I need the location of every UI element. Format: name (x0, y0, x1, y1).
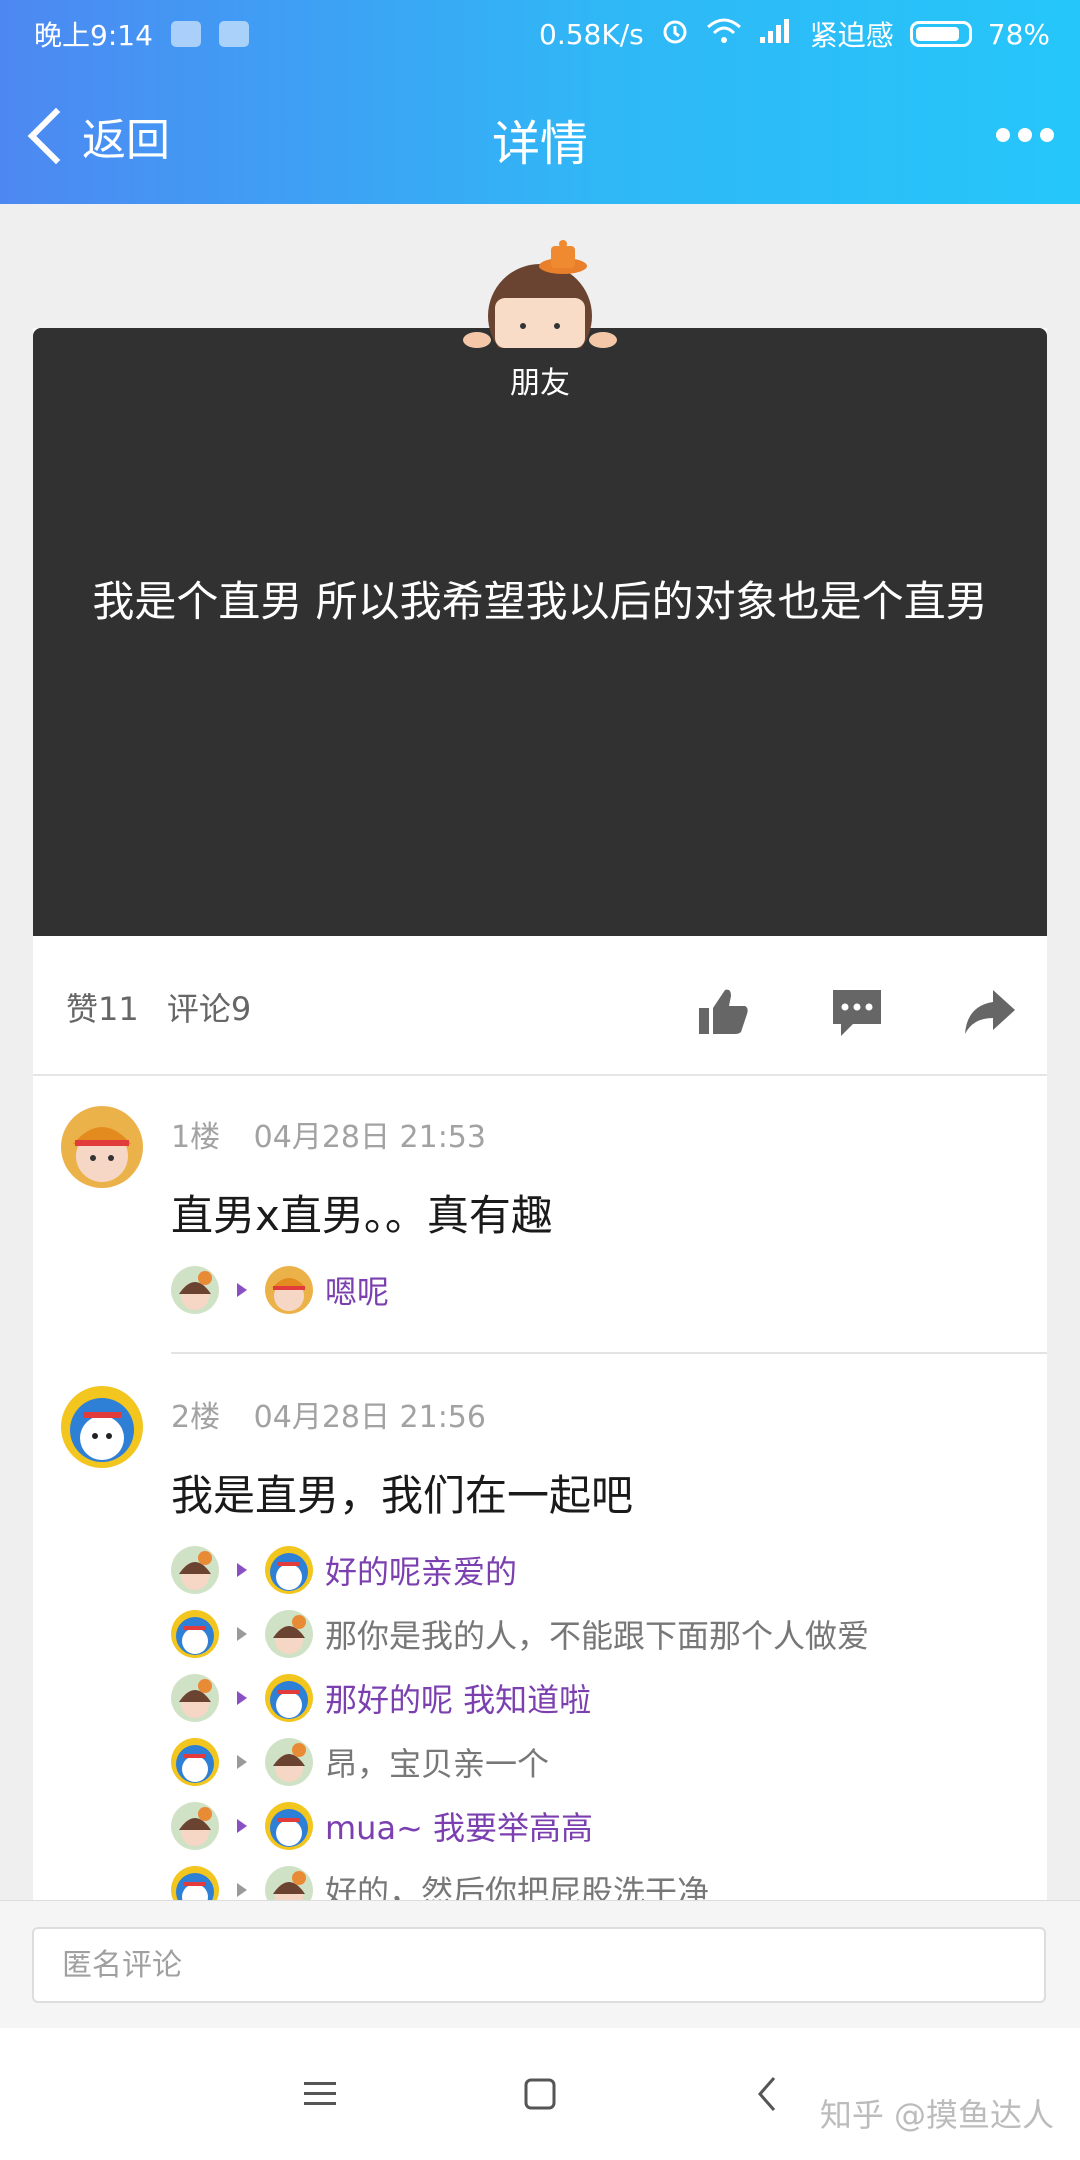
avatar (265, 1674, 313, 1722)
avatar[interactable] (61, 1386, 143, 1468)
avatar (265, 1802, 313, 1850)
comment-icon (833, 990, 881, 1036)
more-options-button[interactable] (996, 128, 1054, 142)
reply-arrow-icon (237, 1755, 247, 1769)
comment-floor: 2楼 (171, 1400, 221, 1435)
mascot-illustration (455, 238, 625, 368)
comment-time: 04月28日 21:53 (253, 1120, 486, 1155)
reply-text: mua~ 我要举高高 (325, 1809, 594, 1847)
notification-icon (218, 21, 249, 47)
reply-text: 嗯呢 (325, 1273, 390, 1311)
reply-arrow-icon (237, 1691, 247, 1705)
comment-button[interactable] (829, 984, 885, 1040)
share-button[interactable] (961, 984, 1017, 1040)
avatar (171, 1546, 219, 1594)
comment-meta: 2楼 04月28日 21:56 (171, 1392, 486, 1436)
cloud-icon (170, 21, 201, 47)
post-text: 我是个直男 所以我希望我以后的对象也是个直男 (92, 577, 988, 626)
post-tag: 朋友 (510, 366, 570, 401)
status-bar: 晚上9:14 0.58K/s 紧迫感 78% (0, 0, 1080, 66)
signal-icon (758, 17, 794, 52)
post-content: 朋友 我是个直男 所以我希望我以后的对象也是个直男 (33, 328, 1047, 936)
reply-text: 那你是我的人，不能跟下面那个人做爱 (325, 1617, 870, 1655)
comment-input-bar (0, 1900, 1080, 2029)
avatar (171, 1738, 219, 1786)
avatar[interactable] (61, 1106, 143, 1188)
reply-arrow-icon (237, 1883, 247, 1897)
reply-text: 那好的呢 我知道啦 (325, 1681, 592, 1719)
page-title: 详情 (491, 116, 588, 172)
like-button[interactable] (695, 984, 751, 1040)
menu-button[interactable] (300, 2074, 340, 2114)
reply-row[interactable]: 那你是我的人，不能跟下面那个人做爱 (171, 1608, 869, 1660)
reply-arrow-icon (237, 1627, 247, 1641)
menu-icon (304, 2082, 336, 2105)
battery-percent: 78% (987, 17, 1050, 51)
anonymous-comment-input[interactable] (32, 1927, 1046, 2003)
home-button[interactable] (520, 2074, 560, 2114)
comment-text: 我是直男，我们在一起吧 (171, 1471, 634, 1520)
reply-row[interactable]: mua~ 我要举高高 (171, 1800, 593, 1852)
back-icon (758, 2077, 776, 2111)
status-time: 晚上9:14 (34, 19, 153, 52)
battery-icon (909, 21, 972, 47)
post-stats: 赞11 评论9 (66, 984, 269, 1030)
comment-meta: 1楼 04月28日 21:53 (171, 1112, 486, 1156)
network-speed: 0.58K/s (539, 17, 644, 51)
reply-text: 昂，宝贝亲一个 (325, 1745, 550, 1783)
avatar (171, 1674, 219, 1722)
reply-row[interactable]: 好的呢亲爱的 (171, 1544, 517, 1596)
post-actions: 赞11 评论9 (33, 936, 1047, 1076)
more-dot-icon (1040, 128, 1054, 142)
wifi-icon (706, 17, 742, 52)
reply-arrow-icon (237, 1819, 247, 1833)
reply-row[interactable]: 嗯呢 (171, 1264, 389, 1316)
thumb-up-icon (699, 989, 748, 1034)
avatar (171, 1802, 219, 1850)
watermark: 知乎 @摸鱼达人 (819, 2096, 1054, 2134)
avatar (171, 1610, 219, 1658)
avatar (171, 1266, 219, 1314)
divider (171, 1352, 1047, 1354)
reply-row[interactable]: 那好的呢 我知道啦 (171, 1672, 591, 1724)
reply-row[interactable]: 昂，宝贝亲一个 (171, 1736, 549, 1788)
reply-arrow-icon (237, 1563, 247, 1577)
alarm-icon (660, 16, 690, 53)
like-count: 赞11 (66, 990, 139, 1028)
avatar (265, 1610, 313, 1658)
post-card: 朋友 我是个直男 所以我希望我以后的对象也是个直男 赞11 评论9 1楼 04月… (33, 328, 1047, 1914)
comment-count: 评论9 (166, 990, 252, 1028)
home-icon (524, 2078, 556, 2110)
comment-floor: 1楼 (171, 1120, 221, 1155)
system-nav-bar: 知乎 @摸鱼达人 (0, 2028, 1080, 2160)
avatar (265, 1546, 313, 1594)
share-icon (965, 990, 1015, 1034)
reply-arrow-icon (237, 1283, 247, 1297)
more-dot-icon (1018, 128, 1032, 142)
system-back-button[interactable] (748, 2074, 788, 2114)
avatar (265, 1738, 313, 1786)
comment-time: 04月28日 21:56 (253, 1400, 486, 1435)
comment-text: 直男x直男。。真有趣 (171, 1191, 553, 1240)
avatar (265, 1266, 313, 1314)
mode-label: 紧迫感 (809, 19, 894, 52)
reply-text: 好的呢亲爱的 (325, 1553, 518, 1591)
top-bar: 晚上9:14 0.58K/s 紧迫感 78% 返回 详情 (0, 0, 1080, 204)
more-dot-icon (996, 128, 1010, 142)
